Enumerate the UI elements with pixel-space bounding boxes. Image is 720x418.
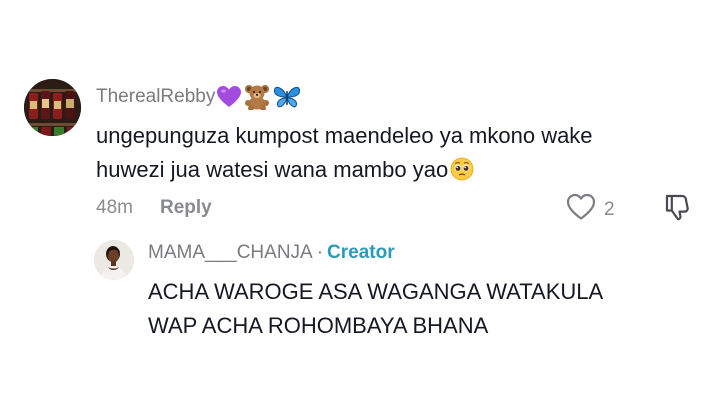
comment-text-line-2: huwezi jua watesi wana mambo yao: [96, 153, 686, 187]
comment-text-line-2-text: huwezi jua watesi wana mambo yao: [96, 157, 449, 182]
reply-text-line-1: ACHA WAROGE ASA WAGANGA WATAKULA: [148, 279, 604, 304]
reply-text: ACHA WAROGE ASA WAGANGA WATAKULA WAP ACH…: [148, 275, 708, 343]
comment-text: ungepunguza kumpost maendeleo ya mkono w…: [96, 119, 686, 187]
like-button[interactable]: 2: [566, 193, 615, 226]
comment-username[interactable]: TherealRebby: [96, 84, 301, 110]
reply-username[interactable]: MAMA___CHANJA: [148, 242, 313, 263]
thumbs-down-icon: [663, 194, 691, 225]
comment-timestamp: 48m: [96, 197, 133, 218]
comment-text-line-1: ungepunguza kumpost maendeleo ya mkono w…: [96, 123, 593, 148]
reply-text-line-2: WAP ACHA ROHOMBAYA BHANA: [148, 313, 489, 338]
username-text: TherealRebby: [96, 86, 216, 107]
separator-dot: ·: [316, 242, 324, 263]
dislike-button[interactable]: [663, 193, 691, 226]
pleading-face-icon: [450, 157, 474, 181]
avatar[interactable]: [24, 79, 81, 136]
butterfly-icon: [273, 85, 301, 109]
reply-button[interactable]: Reply: [160, 197, 212, 219]
purple-heart-icon: [217, 86, 242, 108]
comment-thread: TherealRebby ungepunguza kumpost maendel…: [0, 0, 720, 418]
reply-avatar[interactable]: [94, 240, 134, 280]
avatar-image: [24, 79, 81, 136]
reply-username-row: MAMA___CHANJA · Creator: [148, 242, 395, 264]
teddy-bear-icon: [243, 84, 271, 110]
like-count: 2: [604, 198, 615, 220]
comment-meta: 48m Reply: [96, 195, 212, 221]
heart-outline-icon: [566, 193, 596, 226]
creator-badge: Creator: [327, 242, 395, 263]
reply-avatar-image: [94, 240, 134, 280]
